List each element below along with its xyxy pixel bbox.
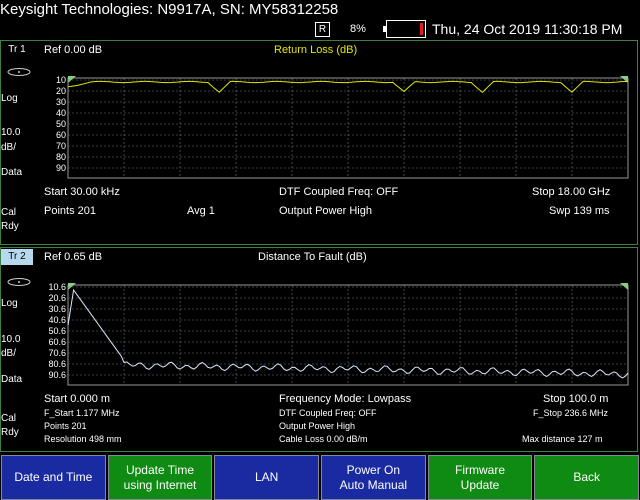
- y-tick-label: 60: [56, 130, 66, 140]
- y-tick-label: 90: [56, 163, 66, 173]
- trace2-center: Frequency Mode: Lowpass: [279, 393, 412, 405]
- y-tick-label: 40.6: [48, 315, 66, 325]
- trace2-scale-type: Log: [1, 298, 18, 309]
- softkey-label: Back: [573, 470, 601, 484]
- battery-icon: [383, 20, 426, 38]
- lan-button[interactable]: LAN: [214, 455, 320, 500]
- rotate-knob-icon: [7, 278, 31, 286]
- y-tick-label: 20: [56, 86, 66, 96]
- trace2-ref: Ref 0.65 dB: [44, 251, 103, 263]
- trace2-output-power: Output Power High: [279, 421, 356, 431]
- softkey-label2: Update: [460, 477, 500, 492]
- y-tick-label: 60.6: [48, 337, 66, 347]
- softkey-label: Date and Time: [14, 470, 93, 484]
- trace2-sidebar: Tr 2 Log 10.0 dB/ Data Cal Rdy: [0, 247, 38, 452]
- trace2-scale-unit: dB/: [1, 348, 17, 359]
- rotate-knob-icon: [7, 68, 31, 76]
- softkey-label2: Auto Manual: [339, 477, 408, 492]
- trace1-sidebar: Tr 1 Log 10.0 dB/ Data Cal Rdy: [0, 40, 38, 245]
- trace2-f-stop: F_Stop 236.6 MHz: [533, 408, 609, 418]
- softkey-label: Firmware: [455, 462, 506, 477]
- trace2-cable-loss: Cable Loss 0.00 dB/m: [279, 434, 368, 444]
- trace1-data-label: Data: [1, 167, 23, 178]
- y-tick-label: 30.6: [48, 304, 66, 314]
- y-tick-label: 10: [56, 75, 66, 85]
- trace1-start: Start 30.00 kHz: [44, 186, 120, 198]
- remote-indicator: R: [315, 22, 330, 37]
- trace2-start: Start 0.000 m: [44, 393, 111, 405]
- datetime-display: Thu, 24 Oct 2019 11:30:18 PM: [432, 21, 623, 37]
- trace1-center: DTF Coupled Freq: OFF: [279, 186, 399, 198]
- trace1-scale-unit: dB/: [1, 142, 17, 153]
- trace2-max-distance: Max distance 127 m: [522, 434, 603, 444]
- trace1-avg: Avg 1: [187, 205, 215, 217]
- y-tick-label: 90.6: [48, 370, 66, 380]
- trace1-cal-label: Cal: [1, 207, 17, 218]
- power-on-button[interactable]: Power On Auto Manual: [321, 455, 426, 500]
- softkey-label: Power On: [346, 462, 401, 477]
- update-time-internet-button[interactable]: Update Time using Internet: [107, 455, 213, 500]
- trace2-rdy-label: Rdy: [1, 427, 19, 438]
- right-marker: [620, 283, 628, 290]
- trace2-points: Points 201: [44, 421, 87, 431]
- instrument-title: Keysight Technologies: N9917A, SN: MY583…: [0, 1, 339, 18]
- back-button[interactable]: Back: [534, 455, 640, 500]
- y-tick-label: 80.6: [48, 359, 66, 369]
- left-marker: [68, 76, 76, 83]
- y-tick-label: 80: [56, 152, 66, 162]
- trace2-name: Distance To Fault (dB): [258, 251, 367, 263]
- y-tick-label: 20.6: [48, 293, 66, 303]
- trace2-tab[interactable]: Tr 2: [1, 249, 33, 265]
- trace1-scale-value: 10.0: [1, 127, 21, 138]
- y-tick-label: 70: [56, 141, 66, 151]
- y-tick-label: 30: [56, 97, 66, 107]
- trace1-name: Return Loss (dB): [274, 44, 358, 56]
- trace2-scale-value: 10.0: [1, 334, 21, 345]
- left-marker: [68, 283, 76, 290]
- softkey-label: LAN: [255, 470, 279, 484]
- trace1-stop: Stop 18.00 GHz: [532, 186, 611, 198]
- trace1-sweep: Swp 139 ms: [549, 205, 610, 217]
- trace2-stop: Stop 100.0 m: [543, 393, 609, 405]
- trace1-tab[interactable]: Tr 1: [1, 42, 33, 58]
- y-tick-label: 50.6: [48, 326, 66, 336]
- battery-percent: 8%: [350, 23, 366, 35]
- trace2-data-label: Data: [1, 374, 23, 385]
- softkey-label2: using Internet: [123, 477, 197, 492]
- softkey-bar: Date and Time Update Time using Internet …: [0, 455, 640, 500]
- trace1-points: Points 201: [44, 205, 96, 217]
- trace1-scale-type: Log: [1, 93, 18, 104]
- trace2-dtf-coupled: DTF Coupled Freq: OFF: [279, 408, 377, 418]
- trace2-plot[interactable]: 10.620.630.640.650.660.670.680.690.6: [40, 267, 638, 387]
- trace2-f-start: F_Start 1.177 MHz: [44, 408, 120, 418]
- date-and-time-button[interactable]: Date and Time: [1, 455, 106, 500]
- trace1-rdy-label: Rdy: [1, 221, 19, 232]
- firmware-update-button[interactable]: Firmware Update: [427, 455, 533, 500]
- trace2-resolution: Resolution 498 mm: [44, 434, 122, 444]
- softkey-label: Update Time: [125, 462, 195, 477]
- y-tick-label: 10.6: [48, 282, 66, 292]
- trace2-cal-label: Cal: [1, 413, 17, 424]
- y-tick-label: 50: [56, 119, 66, 129]
- y-tick-label: 40: [56, 108, 66, 118]
- y-tick-label: 70.6: [48, 348, 66, 358]
- trace1-ref: Ref 0.00 dB: [44, 44, 103, 56]
- trace1-output-power: Output Power High: [279, 205, 372, 217]
- trace1-plot[interactable]: 102030405060708090: [40, 60, 638, 180]
